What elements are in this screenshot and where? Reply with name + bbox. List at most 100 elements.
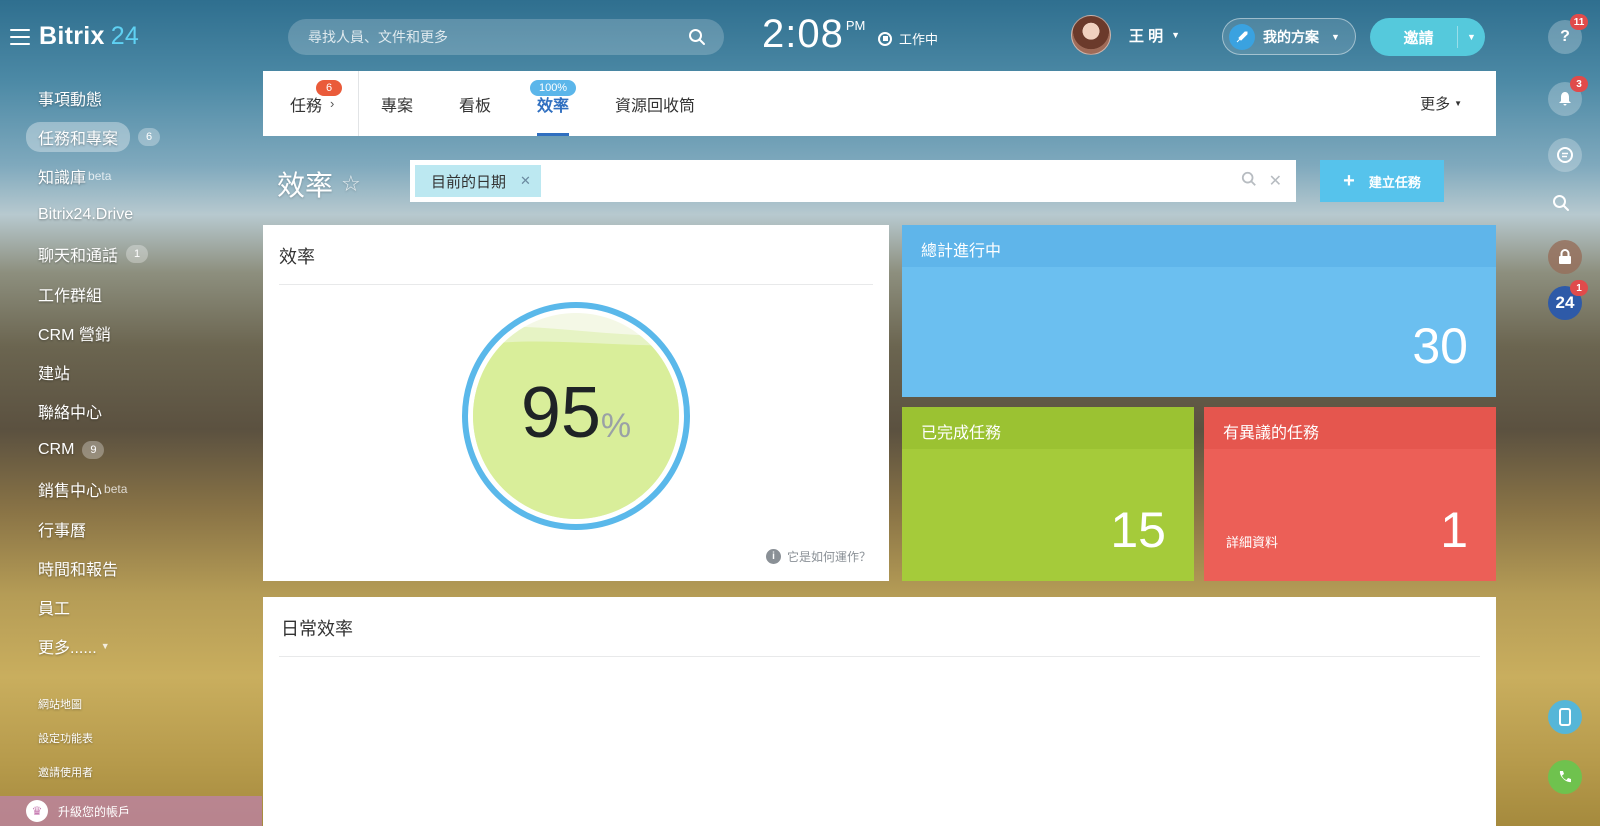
invite-users-link[interactable]: 邀請使用者 [38, 755, 93, 789]
beta-tag: beta [104, 482, 128, 497]
tab-projects[interactable]: 專案 [381, 71, 413, 136]
tab-efficiency[interactable]: 效率 100% [530, 71, 577, 136]
footer-links: 網站地圖 設定功能表 邀請使用者 [38, 687, 93, 789]
search-icon[interactable] [1241, 171, 1257, 192]
how-it-works-link[interactable]: i 它是如何運作？ [765, 548, 871, 565]
clear-icon[interactable]: ✕ [1269, 171, 1282, 191]
chevron-down-icon: ▼ [1454, 99, 1462, 108]
mobile-icon[interactable] [1548, 700, 1582, 734]
help-badge: 11 [1570, 14, 1588, 30]
sidebar-item-label: Bitrix24.Drive [38, 206, 134, 224]
info-icon: i [765, 549, 781, 564]
sitemap-link[interactable]: 網站地圖 [38, 687, 93, 721]
sidebar-item[interactable]: 員工 [0, 587, 262, 626]
sidebar-item[interactable]: Bitrix24.Drive [0, 196, 262, 235]
plus-icon: + [1343, 169, 1355, 192]
tasks-count-badge: 6 [316, 80, 342, 96]
user-menu[interactable]: 王 明 ▼ [1071, 15, 1180, 55]
sidebar-item[interactable]: 事項動態 [0, 78, 262, 117]
clock-ampm: PM [845, 18, 866, 33]
logo-text: Bitrix 24 [39, 22, 140, 50]
close-icon[interactable]: ✕ [520, 173, 531, 189]
lock-icon[interactable] [1548, 240, 1582, 274]
sidebar-item-label: 員工 [38, 601, 71, 619]
sidebar-item-label: 任務和專案 [26, 121, 131, 152]
logo[interactable]: Bitrix 24 [10, 22, 139, 51]
disputed-tasks-tile[interactable]: 有異議的任務 詳細資料 1 [1204, 407, 1496, 581]
efficiency-value: 95% [520, 373, 632, 453]
total-label: 總計進行中 [921, 243, 1002, 260]
tab-recycle-bin[interactable]: 資源回收筒 [615, 71, 695, 136]
chevron-down-icon[interactable]: ▼ [1457, 26, 1485, 48]
sidebar-item-label: 更多...... [38, 640, 97, 658]
chevron-down-icon: ▼ [1331, 31, 1340, 42]
sidebar-item-label: 聯絡中心 [38, 405, 103, 423]
sidebar-item-label: 知識庫 [38, 169, 87, 187]
bell-icon[interactable]: 3 [1548, 76, 1588, 116]
clock-time: 2:08 [762, 12, 844, 56]
search-icon[interactable] [1552, 194, 1570, 217]
chevron-right-icon: › [330, 96, 335, 111]
sidebar-item-label: 聊天和通話 [38, 248, 119, 266]
completed-label: 已完成任務 [921, 425, 1002, 442]
sidebar-item[interactable]: 行事曆 [0, 509, 262, 548]
tab-kanban[interactable]: 看板 [459, 71, 491, 136]
efficiency-gauge: 95% [460, 300, 692, 532]
sidebar-item-label: 行事曆 [38, 522, 87, 540]
upgrade-button[interactable]: ♛ 升級您的帳戶 [0, 796, 262, 826]
tab-more[interactable]: 更多 ▼ [1420, 71, 1462, 136]
sidebar-item-label: 事項動態 [38, 91, 103, 109]
sidebar-item[interactable]: 更多...... ▼ [0, 627, 262, 666]
sidebar-item[interactable]: 聯絡中心 [0, 392, 262, 431]
invite-label: 邀請 [1403, 29, 1434, 47]
phone-icon[interactable] [1548, 760, 1582, 794]
sidebar-item-label: CRM [38, 441, 75, 459]
sidebar-item[interactable]: 銷售中心 beta [0, 470, 262, 509]
total-in-progress-tile[interactable]: 總計進行中 30 [902, 225, 1496, 397]
bitrix24-icon[interactable]: 24 1 [1548, 280, 1588, 320]
invite-button[interactable]: 邀請 ▼ [1370, 18, 1485, 56]
tasks-tab-bar: 任務 › 6 專案 看板 效率 100% 資源回收筒 更多 ▼ [263, 71, 1496, 136]
sidebar-item-label: 銷售中心 [38, 483, 103, 501]
chevron-down-icon: ▼ [1171, 30, 1181, 40]
work-status[interactable]: 工作中 [878, 29, 938, 48]
avatar[interactable] [1071, 15, 1111, 55]
clock[interactable]: 2:08 PM [762, 12, 865, 57]
efficiency-card-title: 效率 [279, 225, 873, 285]
details-link[interactable]: 詳細資料 [1226, 532, 1278, 551]
create-task-button[interactable]: + 建立任務 [1320, 160, 1444, 202]
tab-tasks[interactable]: 任務 › 6 [263, 71, 359, 136]
search-input[interactable]: 尋找人員、文件和更多 [288, 19, 724, 55]
my-plan-button[interactable]: 我的方案 ▼ [1222, 18, 1356, 55]
user-name: 王 明 [1129, 27, 1164, 45]
filter-bar[interactable]: 目前的日期 ✕ ✕ [410, 160, 1296, 202]
right-rail: ? 11 3 24 1 [1528, 0, 1600, 826]
sidebar-item[interactable]: CRM 營銷 [0, 313, 262, 352]
configure-menu-link[interactable]: 設定功能表 [38, 721, 93, 755]
upgrade-label: 升級您的帳戶 [58, 804, 131, 819]
chat-icon[interactable] [1548, 138, 1582, 172]
beta-tag: beta [88, 168, 112, 183]
chevron-down-icon: ▼ [100, 641, 110, 652]
help-icon[interactable]: ? 11 [1548, 14, 1588, 54]
completed-tasks-tile[interactable]: 已完成任務 15 [902, 407, 1194, 581]
sidebar-item-badge: 6 [138, 127, 161, 146]
sidebar-item[interactable]: 知識庫 beta [0, 156, 262, 195]
bitrix24-badge: 1 [1570, 280, 1588, 296]
star-icon[interactable]: ☆ [341, 171, 361, 197]
sidebar-item[interactable]: 建站 [0, 352, 262, 391]
sidebar-item[interactable]: 聊天和通話 1 [0, 235, 262, 274]
sidebar-item[interactable]: 時間和報告 [0, 548, 262, 587]
daily-efficiency-card: 日常效率 [263, 597, 1496, 826]
menu-icon[interactable] [10, 28, 30, 45]
filter-chip-label: 目前的日期 [431, 173, 507, 191]
sidebar-item[interactable]: 工作群組 [0, 274, 262, 313]
page-title: 效率 ☆ [277, 170, 361, 201]
sidebar-item-badge: 9 [82, 441, 105, 460]
filter-chip[interactable]: 目前的日期 ✕ [415, 165, 541, 197]
sidebar-item[interactable]: CRM 9 [0, 431, 262, 470]
search-icon[interactable] [688, 28, 706, 46]
work-status-label: 工作中 [899, 32, 939, 47]
sidebar-item[interactable]: 任務和專案 6 [0, 117, 262, 156]
sidebar-item-label: 工作群組 [38, 287, 103, 305]
